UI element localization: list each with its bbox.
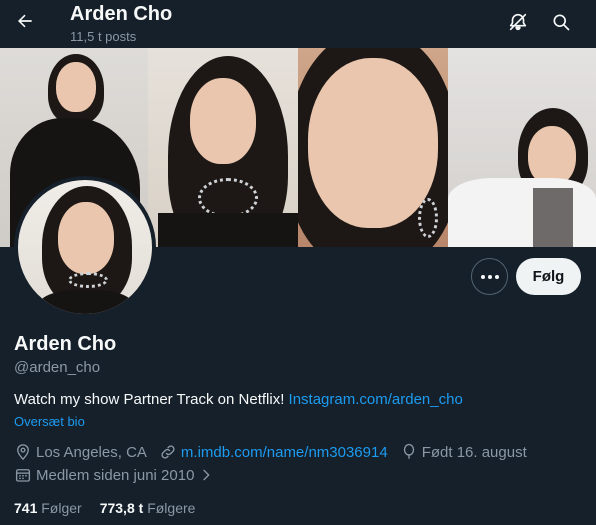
birthday: Født 16. august (400, 443, 527, 461)
search-button[interactable] (547, 8, 575, 36)
following-label: Følger (41, 500, 82, 516)
search-icon (553, 14, 570, 31)
bell-slash-icon (509, 13, 527, 31)
link-icon (161, 445, 175, 459)
more-options-button[interactable] (471, 258, 508, 295)
calendar-icon (15, 469, 31, 482)
banner-photo-3 (298, 48, 448, 247)
bio: Watch my show Partner Track on Netflix! … (14, 391, 463, 408)
location-text: Los Angeles, CA (36, 443, 147, 461)
bio-text: Watch my show Partner Track on Netflix! (14, 391, 289, 408)
follow-button[interactable]: Følg (516, 258, 581, 295)
map-pin-icon (17, 444, 29, 461)
translate-bio-link[interactable]: Oversæt bio (14, 414, 85, 429)
profile-meta-row-2: Medlem siden juni 2010 (14, 465, 230, 485)
location: Los Angeles, CA (14, 443, 147, 461)
birthday-text: Født 16. august (421, 443, 527, 461)
banner-photo-4 (448, 48, 596, 247)
bio-instagram-link[interactable]: Instagram.com/arden_cho (289, 391, 463, 408)
banner-photo-2 (148, 48, 298, 247)
profile-meta-row-1: Los Angeles, CA m.imdb.com/name/nm303691… (14, 442, 539, 462)
page-title: Arden Cho (70, 3, 173, 25)
ellipsis-icon (480, 274, 499, 279)
username-handle: @arden_cho (14, 359, 101, 376)
notifications-button[interactable] (504, 8, 532, 36)
avatar[interactable] (14, 176, 156, 318)
header-title-block: Arden Cho 11,5 t posts (70, 2, 172, 45)
post-count: 11,5 t posts (70, 29, 137, 44)
followers-label: Følgere (147, 500, 196, 516)
following-stat[interactable]: 741 Følger (14, 500, 82, 516)
back-button[interactable] (10, 6, 40, 36)
website: m.imdb.com/name/nm3036914 (159, 443, 388, 461)
followers-stat[interactable]: 773,8 t Følgere (100, 500, 196, 516)
top-bar: Arden Cho 11,5 t posts (0, 0, 596, 48)
joined-text: Medlem siden juni 2010 (36, 466, 195, 484)
website-link[interactable]: m.imdb.com/name/nm3036914 (181, 444, 388, 461)
balloon-icon (403, 443, 414, 459)
following-count: 741 (14, 500, 38, 516)
follow-stats: 741 Følger 773,8 t Følgere (14, 500, 213, 516)
arrow-left-icon (18, 14, 32, 28)
display-name: Arden Cho (14, 333, 117, 355)
profile-photo (18, 180, 152, 314)
followers-count: 773,8 t (99, 500, 144, 516)
chevron-right-icon (203, 469, 210, 481)
joined-date[interactable]: Medlem siden juni 2010 (14, 466, 218, 484)
